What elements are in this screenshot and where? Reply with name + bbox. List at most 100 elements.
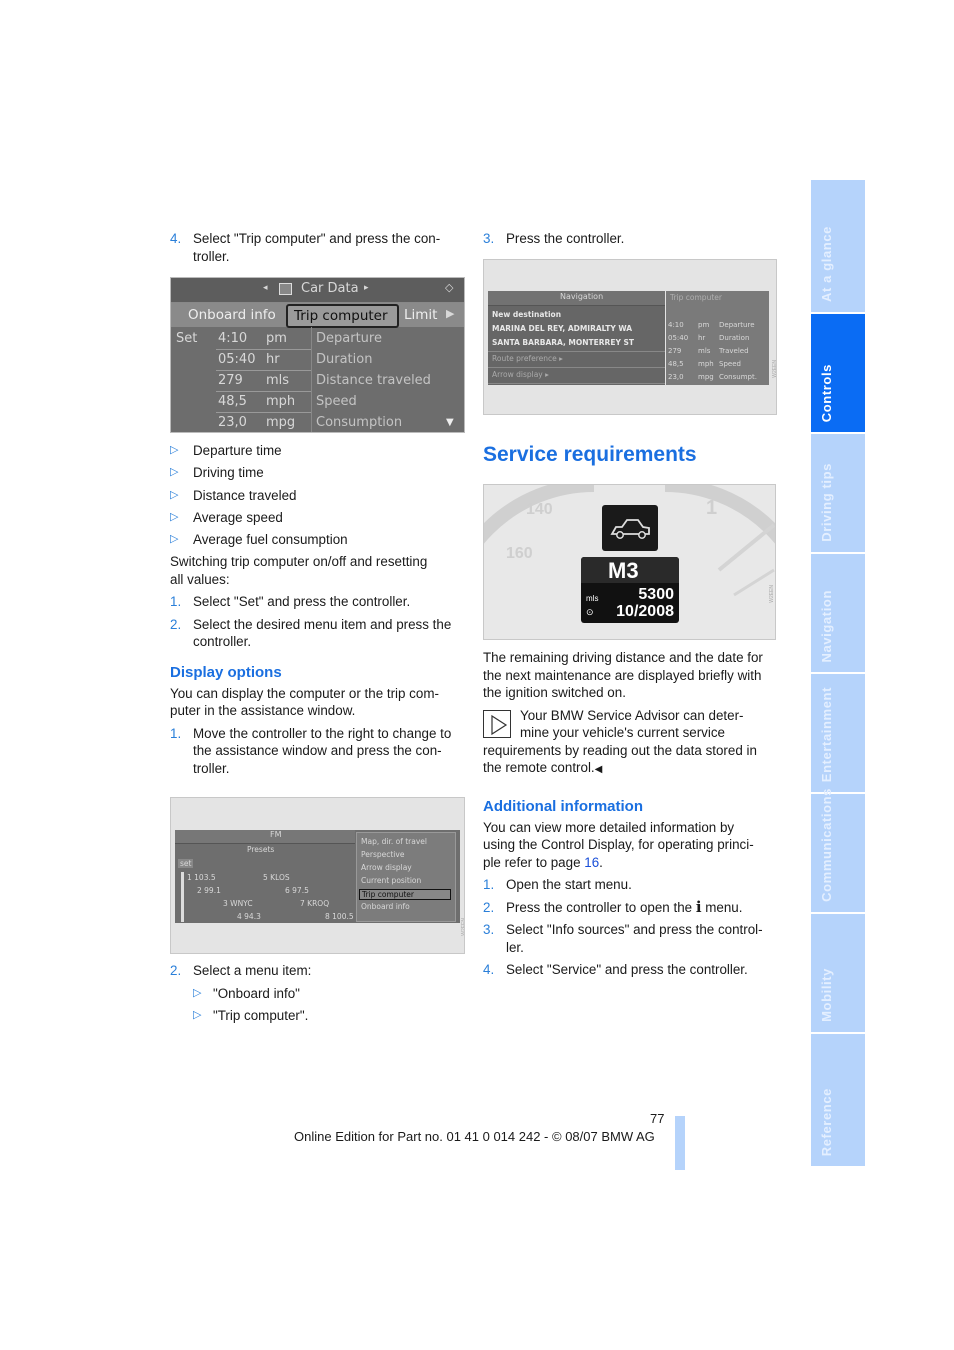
step-text: Select "Info sources" and press the cont… bbox=[506, 922, 763, 937]
nav-menu-item[interactable]: MARINA DEL REY, ADMIRALTY WA bbox=[492, 324, 632, 333]
list-item: ▷ Average fuel consumption bbox=[170, 531, 465, 549]
screen-main: FM Presets set 1 103.5 5 KLOS 2 99.1 6 97.5… bbox=[175, 830, 460, 923]
bullet-triangle-icon: ▷ bbox=[170, 466, 179, 479]
step-text: Open the start menu. bbox=[506, 877, 632, 892]
additional-step: 1. Open the start menu. bbox=[483, 876, 778, 894]
note-block: Your BMW Service Advisor can deter- mine… bbox=[483, 707, 778, 779]
set-label[interactable]: set bbox=[178, 859, 194, 868]
left-column-body: ▷ Departure time ▷ Driving time ▷ Distance tr… bbox=[170, 442, 465, 782]
row-value: 23,0 bbox=[668, 373, 684, 381]
row-divider bbox=[216, 370, 311, 371]
additional-information-heading: Additional information bbox=[483, 797, 643, 815]
chapter-tab-label: At a glance bbox=[819, 226, 834, 302]
chapter-tab-navigation[interactable]: Navigation bbox=[811, 554, 865, 672]
list-item-text: Average fuel consumption bbox=[193, 532, 348, 548]
step-3: 3. Press the controller. bbox=[483, 230, 778, 248]
list-item: ▷ Average speed bbox=[170, 509, 465, 527]
station-preset[interactable]: 1 103.5 bbox=[187, 873, 216, 882]
needle bbox=[733, 568, 775, 597]
row-divider bbox=[216, 412, 311, 413]
chapter-tab-reference[interactable]: Reference bbox=[811, 1034, 865, 1166]
row-value: 279 bbox=[218, 373, 243, 388]
paragraph: You can view more detailed information b… bbox=[483, 819, 778, 872]
row-label[interactable]: Consumption bbox=[316, 415, 402, 430]
step-text: troller. bbox=[193, 248, 230, 264]
chapter-tab-entertainment[interactable]: Entertainment bbox=[811, 674, 865, 792]
step-text: controller. bbox=[193, 634, 252, 650]
row-label[interactable]: Duration bbox=[316, 352, 372, 367]
nav-main: Navigation New destination MARINA DEL REY… bbox=[488, 291, 665, 385]
menu-item[interactable]: Arrow display bbox=[359, 863, 449, 872]
menu-item[interactable]: Map, dir. of travel bbox=[359, 837, 449, 846]
paragraph: You can display the computer or the trip… bbox=[170, 685, 465, 720]
row-label[interactable]: Departure bbox=[316, 331, 382, 346]
step-text: troller. bbox=[193, 760, 230, 776]
screen-header-title: Car Data bbox=[301, 281, 359, 296]
row-label[interactable]: Distance traveled bbox=[316, 373, 431, 388]
gauge-label: 140 bbox=[526, 501, 553, 518]
step-text: Select the desired menu item and press t… bbox=[193, 616, 452, 632]
service-requirements-heading: Service requirements bbox=[483, 443, 697, 466]
tab-label: Trip computer bbox=[294, 308, 388, 324]
station-preset[interactable]: 6 97.5 bbox=[285, 886, 309, 895]
station-preset[interactable]: 7 KROQ bbox=[300, 899, 329, 908]
station-preset[interactable]: 2 99.1 bbox=[197, 886, 221, 895]
chapter-tab-communications[interactable]: Communications bbox=[811, 788, 865, 912]
station-preset[interactable]: 5 KLOS bbox=[263, 873, 290, 882]
row-value: 279 bbox=[668, 347, 682, 355]
text: Press the controller to open the bbox=[506, 899, 696, 915]
text: the next maintenance are displayed brief… bbox=[483, 667, 762, 683]
needle bbox=[717, 523, 775, 572]
text: The remaining driving distance and the d… bbox=[483, 650, 763, 665]
list-item-text: Driving time bbox=[193, 465, 264, 481]
station-preset[interactable]: 8 100.5 bbox=[325, 912, 354, 921]
screen-tab-onboard-info[interactable]: Onboard info bbox=[188, 307, 276, 323]
list-item-text: "Trip computer". bbox=[213, 1008, 309, 1023]
menu-item[interactable]: Current position bbox=[359, 876, 449, 885]
page-link[interactable]: 16 bbox=[584, 855, 599, 870]
menu-item[interactable]: Onboard info bbox=[359, 902, 449, 911]
menu-item-selected[interactable]: Trip computer bbox=[359, 889, 451, 900]
nav-menu-item[interactable]: Arrow display ▸ bbox=[492, 370, 549, 379]
car-data-icon bbox=[279, 283, 292, 295]
additional-steps: 1. Open the start menu. 2. Press the con… bbox=[483, 876, 778, 979]
row-value: 05:40 bbox=[218, 352, 256, 367]
row-label: Consumpt. bbox=[719, 373, 757, 381]
step-text: ler. bbox=[506, 939, 524, 955]
step-number: 1. bbox=[483, 877, 495, 892]
text: menu. bbox=[701, 899, 743, 915]
end-mark-icon: ◀ bbox=[594, 764, 603, 775]
chapter-tab-controls[interactable]: Controls bbox=[811, 314, 865, 432]
nav-menu-item[interactable]: Route preference ▸ bbox=[492, 354, 563, 363]
list-item: ▷ "Trip computer". bbox=[170, 1007, 465, 1025]
chapter-tab-driving-tips[interactable]: Driving tips bbox=[811, 434, 865, 552]
row-unit: pm bbox=[698, 321, 710, 329]
row-divider bbox=[216, 349, 311, 350]
screen-tab-bar: Onboard info Trip computer Limit ▶ bbox=[171, 303, 464, 328]
station-preset[interactable]: 3 WNYC bbox=[223, 899, 253, 908]
nav-menu-item[interactable]: New destination bbox=[492, 310, 561, 319]
set-label[interactable]: Set bbox=[176, 331, 197, 346]
paragraph: Switching trip computer on/off and reset… bbox=[170, 553, 465, 588]
header-bar: FM bbox=[175, 830, 355, 844]
text: the ignition switched on. bbox=[483, 685, 626, 700]
row-label[interactable]: Speed bbox=[316, 394, 357, 409]
list-item: ▷ Distance traveled bbox=[170, 487, 465, 505]
nav-menu-item[interactable]: SANTA BARBARA, MONTERREY ST bbox=[492, 338, 634, 347]
row-value: 48,5 bbox=[668, 360, 684, 368]
bullet-triangle-icon: ▷ bbox=[170, 444, 179, 456]
screen-tab-limit[interactable]: Limit bbox=[404, 307, 437, 323]
station-preset[interactable]: 4 94.3 bbox=[237, 912, 261, 921]
screen-tab-trip-computer[interactable]: Trip computer bbox=[286, 304, 399, 328]
text: You can view more detailed information b… bbox=[483, 819, 735, 835]
bullet-triangle-icon: ▷ bbox=[170, 488, 179, 501]
chapter-tab-at-a-glance[interactable]: At a glance bbox=[811, 180, 865, 312]
menu-item[interactable]: Perspective bbox=[359, 850, 449, 859]
tab-scroll-right-icon[interactable]: ▶ bbox=[446, 307, 454, 320]
bullet-triangle-icon: ▷ bbox=[193, 1009, 202, 1021]
scroll-down-icon[interactable]: ▼ bbox=[446, 417, 454, 428]
chapter-tab-mobility[interactable]: Mobility bbox=[811, 914, 865, 1032]
row-unit: hr bbox=[698, 334, 706, 342]
arrow-right-icon: ▸ bbox=[364, 283, 369, 293]
bullet-triangle-icon: ▷ bbox=[193, 986, 202, 999]
